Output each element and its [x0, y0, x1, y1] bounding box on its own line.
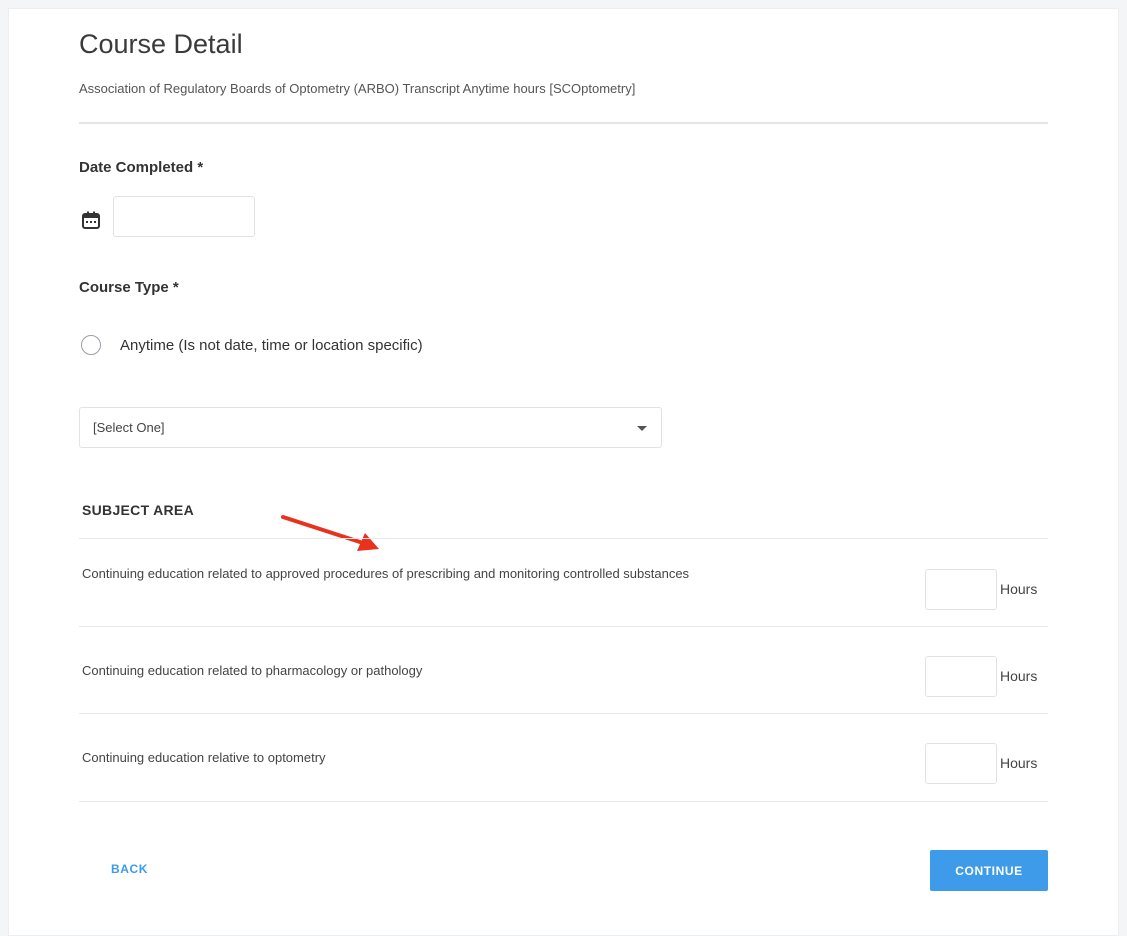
- hours-input[interactable]: [925, 743, 997, 784]
- subject-row-text: Continuing education relative to optomet…: [82, 750, 326, 765]
- page-title: Course Detail: [79, 29, 243, 59]
- course-type-label: Course Type *: [79, 279, 179, 296]
- date-completed-label: Date Completed *: [79, 159, 204, 176]
- course-select-dropdown[interactable]: [Select One]: [79, 407, 662, 448]
- row-divider: [79, 538, 1048, 539]
- radio-button[interactable]: [81, 335, 101, 355]
- hours-label: Hours: [1000, 668, 1038, 684]
- row-divider: [79, 713, 1048, 714]
- row-divider: [79, 626, 1048, 627]
- continue-button[interactable]: CONTINUE: [930, 850, 1048, 891]
- subject-row-text: Continuing education related to pharmaco…: [82, 663, 423, 678]
- date-completed-input[interactable]: [113, 196, 255, 237]
- subject-row-text: Continuing education related to approved…: [82, 566, 690, 581]
- caret-down-icon: [637, 426, 647, 431]
- hours-label: Hours: [1000, 755, 1038, 771]
- header-divider: [79, 122, 1048, 124]
- red-arrow-annotation: [281, 515, 379, 551]
- calendar-icon[interactable]: [81, 210, 101, 230]
- back-button[interactable]: BACK: [111, 862, 148, 876]
- subject-area-heading: SUBJECT AREA: [82, 502, 194, 518]
- course-detail-card: Course Detail Association of Regulatory …: [8, 8, 1119, 936]
- row-divider: [79, 801, 1048, 802]
- radio-option-label: Anytime (Is not date, time or location s…: [120, 336, 423, 354]
- hours-input[interactable]: [925, 569, 997, 610]
- select-value: [Select One]: [93, 420, 165, 435]
- hours-label: Hours: [1000, 581, 1038, 597]
- page-subtitle: Association of Regulatory Boards of Opto…: [79, 81, 636, 96]
- course-type-radio-anytime[interactable]: Anytime (Is not date, time or location s…: [81, 335, 423, 355]
- hours-input[interactable]: [925, 656, 997, 697]
